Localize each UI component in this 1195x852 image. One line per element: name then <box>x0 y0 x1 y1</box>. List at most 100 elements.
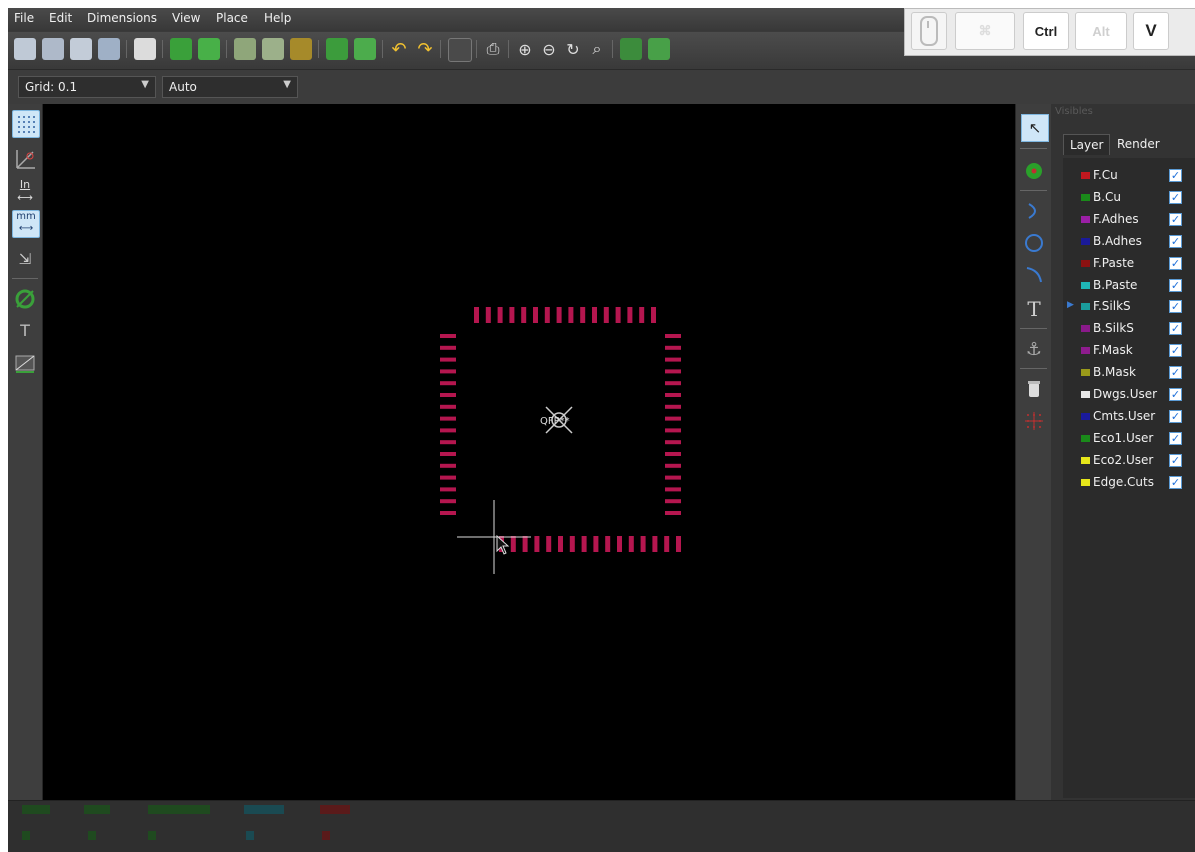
layer-visible-checkbox[interactable]: ✓ <box>1169 475 1182 489</box>
layer-color-swatch[interactable] <box>1081 215 1090 223</box>
import-footprint-icon[interactable] <box>234 38 256 60</box>
layer-color-swatch[interactable] <box>1081 237 1090 245</box>
pad[interactable] <box>440 357 456 362</box>
pad[interactable] <box>652 536 658 552</box>
layer-color-swatch[interactable] <box>1081 281 1090 289</box>
pad[interactable] <box>665 369 681 374</box>
pad[interactable] <box>534 536 540 552</box>
update-board-icon[interactable] <box>326 38 348 60</box>
pad[interactable] <box>665 499 681 504</box>
check-footprint-icon[interactable] <box>620 38 642 60</box>
layer-visible-checkbox[interactable]: ✓ <box>1169 366 1182 380</box>
polar-coords-icon[interactable] <box>12 146 38 172</box>
inch-units-icon[interactable]: In ⟷ <box>12 178 38 204</box>
menu-file[interactable]: File <box>14 11 34 25</box>
pad[interactable] <box>665 452 681 456</box>
pad[interactable] <box>665 393 681 397</box>
layer-color-swatch[interactable] <box>1081 172 1090 179</box>
layer-color-swatch[interactable] <box>1081 434 1090 442</box>
menu-edit[interactable]: Edit <box>49 11 72 25</box>
pad[interactable] <box>440 404 456 409</box>
layer-visible-checkbox[interactable]: ✓ <box>1169 169 1182 182</box>
pad[interactable] <box>544 307 550 323</box>
pad[interactable] <box>665 404 681 409</box>
new-library-icon[interactable] <box>42 38 64 60</box>
footprint-wizard-icon[interactable] <box>648 38 670 60</box>
footprint-reference[interactable]: QFP** <box>540 416 570 427</box>
pad[interactable] <box>569 536 575 552</box>
layer-row[interactable]: B.Cu ✓ <box>1063 188 1195 208</box>
save-library-icon[interactable] <box>70 38 92 60</box>
menu-place[interactable]: Place <box>216 11 248 25</box>
pad[interactable] <box>664 536 670 552</box>
add-pad-icon[interactable] <box>1021 158 1047 184</box>
tab-layer[interactable]: Layer <box>1063 134 1111 155</box>
layer-visible-checkbox[interactable]: ✓ <box>1169 190 1182 204</box>
layer-row[interactable]: B.Paste ✓ <box>1063 276 1195 296</box>
pad[interactable] <box>665 487 681 492</box>
grid-origin-icon[interactable] <box>1021 408 1047 434</box>
pad[interactable] <box>568 307 574 323</box>
pad[interactable] <box>521 307 527 323</box>
layer-row[interactable]: Cmts.User ✓ <box>1063 407 1195 427</box>
mm-units-icon[interactable]: mm ⟷ <box>12 210 40 238</box>
pad[interactable] <box>628 536 634 552</box>
menu-dimensions[interactable]: Dimensions <box>87 11 157 25</box>
pad[interactable] <box>665 511 681 515</box>
export-footprint-icon[interactable] <box>262 38 284 60</box>
layer-row[interactable]: B.SilkS ✓ <box>1063 319 1195 339</box>
redraw-icon[interactable]: ↻ <box>562 38 584 60</box>
pad[interactable] <box>509 307 515 323</box>
pad[interactable] <box>440 475 456 480</box>
pad[interactable] <box>474 307 479 323</box>
pad[interactable] <box>440 440 456 445</box>
pad[interactable] <box>665 416 681 421</box>
add-circle-icon[interactable] <box>1021 230 1047 256</box>
add-text-icon[interactable]: T <box>1021 296 1047 322</box>
pad[interactable] <box>665 475 681 480</box>
pad[interactable] <box>440 428 456 433</box>
layer-row[interactable]: Eco1.User ✓ <box>1063 429 1195 449</box>
redo-icon[interactable]: ↷ <box>414 38 436 60</box>
pad[interactable] <box>556 307 562 323</box>
layer-row[interactable]: F.Cu ✓ <box>1063 166 1195 186</box>
pad[interactable] <box>440 393 456 397</box>
footprint-properties-icon[interactable] <box>290 38 312 60</box>
layer-row[interactable]: Eco2.User ✓ <box>1063 451 1195 471</box>
show-pads-sketch-icon[interactable] <box>12 286 38 312</box>
add-line-icon[interactable] <box>1021 198 1047 224</box>
insert-footprint-icon[interactable] <box>354 38 376 60</box>
pad[interactable] <box>603 307 609 323</box>
pad[interactable] <box>665 334 681 338</box>
delete-item-icon[interactable] <box>1021 376 1047 402</box>
layer-row[interactable]: B.Adhes ✓ <box>1063 232 1195 252</box>
pad[interactable] <box>558 536 563 552</box>
pad[interactable] <box>440 452 456 456</box>
layer-color-swatch[interactable] <box>1081 259 1090 267</box>
pad[interactable] <box>592 307 597 323</box>
pad[interactable] <box>440 381 456 386</box>
edges-sketch-icon[interactable] <box>12 350 38 376</box>
menu-help[interactable]: Help <box>264 11 291 25</box>
layer-visible-checkbox[interactable]: ✓ <box>1169 388 1182 401</box>
anchor-icon[interactable]: ⚓ <box>1021 336 1047 362</box>
layer-row[interactable]: Dwgs.User ✓ <box>1063 385 1195 405</box>
layer-visible-checkbox[interactable]: ✓ <box>1169 234 1182 248</box>
pad[interactable] <box>665 428 681 433</box>
layer-visible-checkbox[interactable]: ✓ <box>1169 212 1182 226</box>
tab-render[interactable]: Render <box>1111 134 1166 154</box>
pad[interactable] <box>440 487 456 492</box>
cursor-shape-icon[interactable]: ⇲ <box>12 246 38 272</box>
layer-visible-checkbox[interactable]: ✓ <box>1169 409 1182 423</box>
layer-row[interactable]: F.Adhes ✓ <box>1063 210 1195 230</box>
pad[interactable] <box>640 536 646 552</box>
layer-row[interactable]: ▶ F.SilkS ✓ <box>1063 297 1195 317</box>
pad[interactable] <box>615 307 621 323</box>
layer-color-swatch[interactable] <box>1081 369 1090 377</box>
pad[interactable] <box>533 307 538 323</box>
print-icon[interactable]: ⎙ <box>482 38 504 60</box>
pad-settings-icon[interactable] <box>448 38 472 62</box>
layer-row[interactable]: Edge.Cuts ✓ <box>1063 473 1195 493</box>
insert-into-board-icon[interactable] <box>198 38 220 60</box>
pad[interactable] <box>665 357 681 362</box>
